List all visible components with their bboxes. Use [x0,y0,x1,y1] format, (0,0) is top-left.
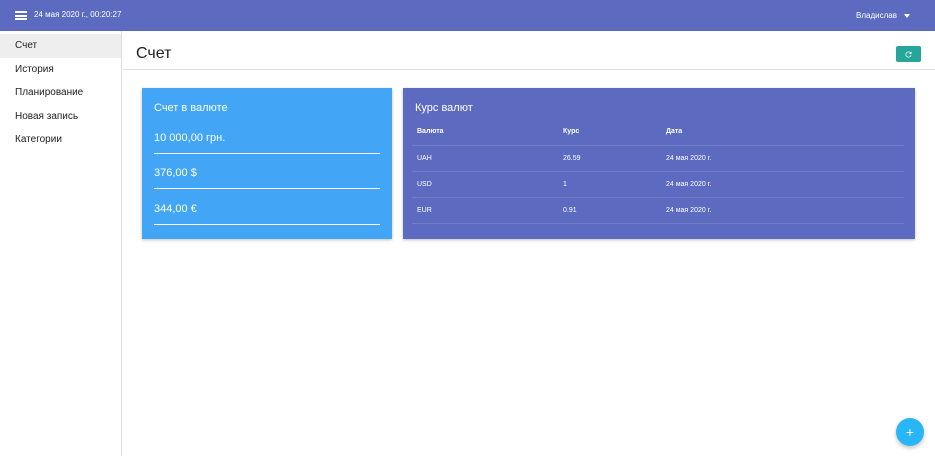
rate-cell: 26.59 [558,145,661,172]
currency-cell: USD [412,171,558,198]
user-name-dropdown[interactable]: Владислав [856,11,897,20]
account-card-title: Счет в валюте [154,102,228,114]
rates-table: Валюта Курс Дата UAH 26.59 24 мая 2020 г… [412,118,904,224]
top-navbar: 24 мая 2020 г., 00:20:27 Владислав [0,0,935,31]
date-cell: 24 мая 2020 г. [661,171,904,198]
page-title: Счет [136,45,172,62]
current-datetime: 24 мая 2020 г., 00:20:27 [34,10,122,19]
add-record-fab[interactable]: + [896,418,924,446]
rates-card-title: Курс валют [415,102,473,114]
refresh-button[interactable] [896,46,921,62]
balance-usd: 376,00 $ [154,167,380,189]
caret-down-icon[interactable] [904,14,910,18]
rate-cell: 1 [558,171,661,198]
currency-cell: UAH [412,145,558,172]
table-row: EUR 0.91 24 мая 2020 г. [412,197,904,224]
date-cell: 24 мая 2020 г. [661,145,904,172]
sidebar-item-categories[interactable]: Категории [0,128,121,152]
column-header-date: Дата [661,118,904,146]
column-header-currency: Валюта [412,118,558,146]
table-row: UAH 26.59 24 мая 2020 г. [412,145,904,172]
table-header-row: Валюта Курс Дата [412,118,904,146]
column-header-rate: Курс [558,118,661,146]
sidebar-item-planning[interactable]: Планирование [0,81,121,105]
exchange-rates-card: Курс валют Валюта Курс Дата UAH 26.59 24… [403,88,915,239]
sidebar-item-history[interactable]: История [0,58,121,82]
page-header: Счет [123,31,935,70]
refresh-icon [905,50,912,57]
hamburger-menu-icon[interactable] [15,11,27,20]
sidebar-item-account[interactable]: Счет [0,34,121,58]
rate-cell: 0.91 [558,197,661,224]
balance-eur: 344,00 € [154,203,380,225]
date-cell: 24 мая 2020 г. [661,197,904,224]
currency-cell: EUR [412,197,558,224]
sidebar-item-new-record[interactable]: Новая запись [0,105,121,129]
table-row: USD 1 24 мая 2020 г. [412,171,904,198]
account-balance-card: Счет в валюте 10 000,00 грн. 376,00 $ 34… [142,88,392,239]
balance-uah: 10 000,00 грн. [154,132,380,154]
sidebar: Счет История Планирование Новая запись К… [0,31,122,456]
